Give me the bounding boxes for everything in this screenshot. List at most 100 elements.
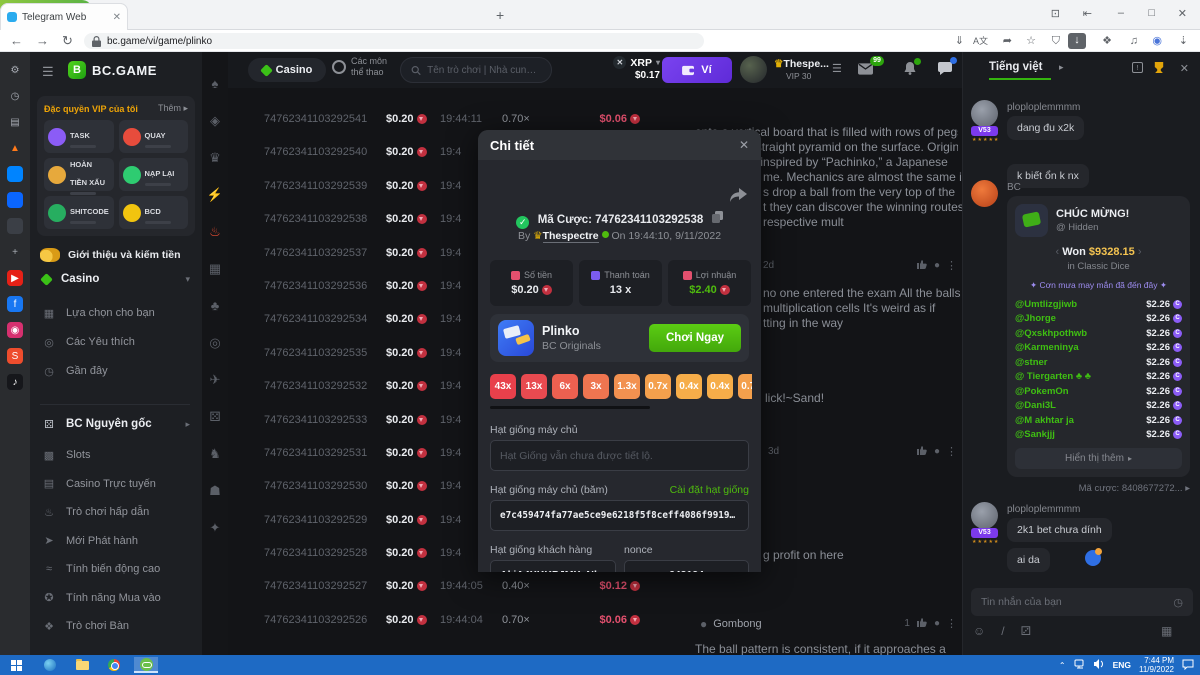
tray-expand-icon[interactable]: ⌃ xyxy=(1059,661,1066,670)
category-icon[interactable]: ♨ xyxy=(209,224,221,239)
seed-settings-link[interactable]: Cài đặt hạt giống xyxy=(670,484,749,496)
more-options-icon[interactable]: ⋮ xyxy=(946,617,958,630)
category-icon[interactable]: ⚄ xyxy=(209,409,220,424)
win-announcement-card[interactable]: CHÚC MỪNG! @ Hidden ‹ Won $9328.15 › in … xyxy=(1007,196,1190,477)
network-icon[interactable] xyxy=(1074,659,1086,671)
multiplier-chip[interactable]: 0.4x xyxy=(707,374,733,399)
sidebar-app-icon[interactable]: ▲ xyxy=(7,140,23,156)
command-slash-icon[interactable]: / xyxy=(1001,624,1004,638)
multiplier-chip[interactable]: 43x xyxy=(490,374,516,399)
chat-username[interactable]: ploploplemmmm xyxy=(1007,504,1080,515)
language-indicator[interactable]: ENG xyxy=(1113,660,1131,670)
category-icon[interactable]: ⚡ xyxy=(207,187,223,202)
chat-toggle-icon[interactable] xyxy=(938,62,952,80)
rain-winner-row[interactable]: @Dani3L $2.26C xyxy=(1015,399,1182,414)
category-icon[interactable]: ♛ xyxy=(209,150,221,165)
close-button[interactable]: ✕ xyxy=(1178,7,1187,20)
client-seed-input[interactable]: AkiA4XKKPJMXeNb xyxy=(490,560,616,572)
sidebar-app-icon[interactable] xyxy=(7,218,23,234)
game-search-input[interactable]: Tên trò chơi | Nhà cung cấp xyxy=(400,57,552,83)
sidebar-item[interactable]: ▦ Lựa chọn cho bạn xyxy=(42,304,190,322)
category-icon[interactable]: ◎ xyxy=(209,335,220,350)
bet-row[interactable]: 74762341103292527 $0.20 19:44:05 0.40× $… xyxy=(228,571,698,604)
casino-tab[interactable]: Casino xyxy=(248,58,326,82)
rain-winner-row[interactable]: @Karmeninya $2.26C xyxy=(1015,341,1182,356)
sidebar-item[interactable]: ✪ Tính năng Mua vào xyxy=(42,589,190,607)
sidebar-item[interactable]: ◎ Các Yêu thích xyxy=(42,333,190,351)
bet-row[interactable]: 74762341103292526 $0.20 19:44:04 0.70× $… xyxy=(228,605,698,638)
bc-logo[interactable]: B BC.GAME xyxy=(68,61,157,79)
rain-winner-row[interactable]: @Qxskhpothwb $2.26C xyxy=(1015,326,1182,341)
rain-winner-row[interactable]: @ Tiergarten ♣ ♣ $2.26C xyxy=(1015,370,1182,385)
file-explorer-icon[interactable] xyxy=(70,657,94,673)
bet-code-link[interactable]: Mã cược: 8408677272... ▸ xyxy=(1007,483,1190,494)
rain-winner-row[interactable]: @Umtlizgjiwb $2.26C xyxy=(1015,297,1182,312)
sidebar-app-icon[interactable]: ⚙ xyxy=(7,62,23,78)
category-icon[interactable]: ✦ xyxy=(210,520,221,535)
rain-winner-row[interactable]: @Jhorge $2.26C xyxy=(1015,312,1182,327)
maximize-button[interactable]: □ xyxy=(1148,7,1155,19)
category-icon[interactable]: ✈ xyxy=(210,372,221,387)
save-page-icon[interactable]: ⇓ xyxy=(955,34,964,48)
trophy-icon[interactable] xyxy=(1153,62,1165,73)
thumbs-up-icon[interactable] xyxy=(916,616,928,631)
commenter-name[interactable]: Gombong xyxy=(713,618,761,630)
vip-tile[interactable]: TASK xyxy=(44,120,114,153)
chat-language[interactable]: Tiếng việt xyxy=(989,61,1042,73)
profile-avatar-icon[interactable]: ◉ xyxy=(1152,34,1162,48)
more-options-icon[interactable]: ⋮ xyxy=(946,259,958,272)
chrome-icon[interactable] xyxy=(102,657,126,673)
multiplier-chip[interactable]: 6x xyxy=(552,374,578,399)
avatar-dot-icon[interactable]: ● xyxy=(934,446,940,457)
sidebar-app-icon[interactable] xyxy=(7,192,23,208)
menu-burger-icon[interactable]: ☰ xyxy=(42,64,54,80)
user-avatar[interactable] xyxy=(971,502,998,529)
bot-avatar[interactable] xyxy=(971,180,998,207)
player-link[interactable]: Thespectre xyxy=(543,230,599,243)
chips-scrollbar[interactable] xyxy=(490,406,650,409)
start-button[interactable] xyxy=(4,657,28,673)
address-bar[interactable]: bc.game/vi/game/plinko xyxy=(84,33,704,49)
category-icon[interactable]: ♣ xyxy=(211,298,220,313)
gif-icon[interactable]: ▦ xyxy=(1161,624,1172,638)
sidebar-app-icon[interactable]: ♪ xyxy=(7,374,23,390)
username[interactable]: ♛Thespe... xyxy=(774,58,829,70)
tab-close-icon[interactable]: ✕ xyxy=(113,12,121,23)
vip-tile[interactable]: QUAY xyxy=(119,120,189,153)
sidebar-app-icon[interactable]: S xyxy=(7,348,23,364)
multiplier-chip[interactable]: 0.7x xyxy=(738,374,752,399)
sidebar-app-icon[interactable] xyxy=(7,166,23,182)
modal-close-icon[interactable]: ✕ xyxy=(739,138,749,152)
vip-tile[interactable]: NẠP LẠI xyxy=(119,158,189,191)
category-icon[interactable]: ♞ xyxy=(209,446,221,461)
category-icon[interactable]: ◈ xyxy=(210,113,220,128)
dice-shortcut-icon[interactable]: ⚂ xyxy=(1021,624,1031,638)
sports-tab[interactable]: Các mônthể thao xyxy=(332,56,387,78)
sidebar-app-icon[interactable]: + xyxy=(7,244,23,260)
vip-tile[interactable]: HOÀN TIỀN XẤU xyxy=(44,158,114,191)
multiplier-chip[interactable]: 3x xyxy=(583,374,609,399)
media-icon[interactable]: ♫ xyxy=(1130,34,1138,48)
thumbs-up-icon[interactable] xyxy=(916,444,928,459)
user-avatar[interactable] xyxy=(971,100,998,127)
nonce-input[interactable]: 643194 xyxy=(624,560,749,572)
bell-icon[interactable] xyxy=(904,62,916,80)
chat-username[interactable]: ploploplemmmm xyxy=(1007,102,1080,113)
copy-icon[interactable] xyxy=(712,211,723,223)
share-bet-icon[interactable] xyxy=(729,188,747,208)
wallet-button[interactable]: Ví xyxy=(662,57,732,83)
bet-list-icon[interactable]: ☰ xyxy=(832,62,842,75)
show-more-button[interactable]: Hiển thị thêm▸ xyxy=(1015,448,1182,469)
multiplier-chip[interactable]: 0.4x xyxy=(676,374,702,399)
rain-winner-row[interactable]: @PokemOn $2.26C xyxy=(1015,384,1182,399)
reload-button[interactable]: ↻ xyxy=(62,33,73,49)
bc-originals-header[interactable]: ⚄ BC Nguyên gốc ▸ xyxy=(42,415,190,433)
sidebar-item[interactable]: ❖ Trò chơi Bàn xyxy=(42,617,190,635)
translate-icon[interactable]: A文 xyxy=(973,34,988,48)
notification-center-icon[interactable] xyxy=(1182,659,1194,672)
sidebar-app-icon[interactable]: f xyxy=(7,296,23,312)
edge-icon[interactable] xyxy=(38,657,62,673)
avatar-dot-icon[interactable]: ● xyxy=(934,260,940,271)
sidebar-item[interactable]: ◷ Gần đây xyxy=(42,362,190,380)
category-icon[interactable]: ♠ xyxy=(212,76,219,91)
